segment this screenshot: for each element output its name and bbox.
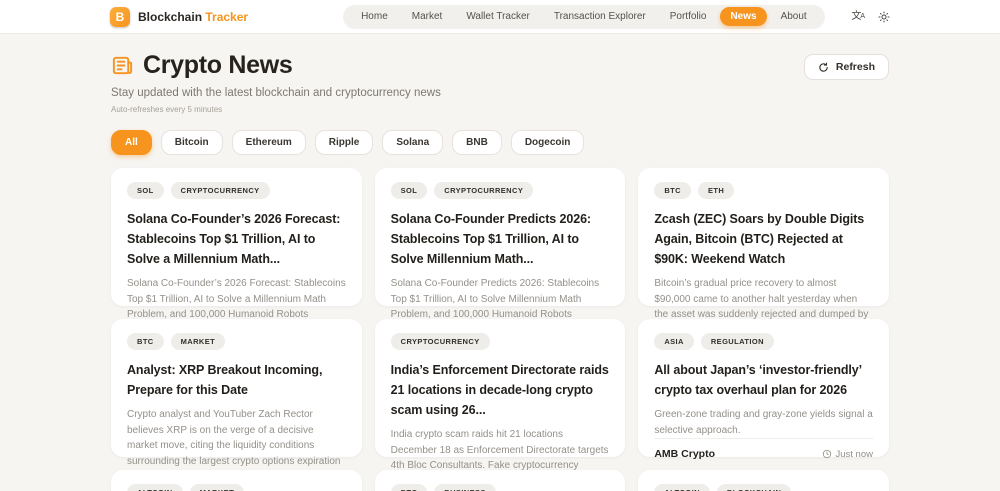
card-tag: MARKET: [189, 484, 245, 491]
nav-item-about[interactable]: About: [771, 7, 817, 26]
card-tag: SOL: [390, 182, 428, 199]
sun-icon[interactable]: [878, 11, 890, 23]
news-card[interactable]: SOL CRYPTOCURRENCY Solana Co-Founder Pred…: [374, 168, 626, 360]
main-content: Crypto News Stay updated with the latest…: [111, 51, 889, 491]
card-tags: SOL CRYPTOCURRENCY: [127, 182, 346, 199]
news-card[interactable]: ALTCOIN MARKET: [111, 470, 362, 491]
main-nav: Home Market Wallet Tracker Transaction E…: [343, 4, 825, 29]
card-tag: ALTCOIN: [654, 484, 710, 491]
news-card[interactable]: CRYPTOCURRENCY India’s Enforcement Direc…: [374, 319, 626, 490]
card-tags: BTC ETH: [654, 182, 873, 199]
card-footer: AMB Crypto Just now: [654, 438, 873, 460]
card-source: AMB Crypto: [654, 448, 715, 460]
news-card[interactable]: ALTCOIN BLOCKCHAIN: [638, 470, 889, 491]
card-tag: MARKET: [170, 333, 226, 350]
brand-name-primary: Blockchain: [138, 9, 203, 24]
card-tag: BUSINESS: [434, 484, 496, 491]
nav-item-portfolio[interactable]: Portfolio: [660, 7, 717, 26]
card-tag: SOL: [127, 182, 164, 199]
news-grid: SOL CRYPTOCURRENCY Solana Co-Founder’s 20…: [111, 168, 889, 491]
card-tag: ALTCOIN: [127, 484, 183, 491]
card-tags: ASIA REGULATION: [654, 333, 873, 350]
filter-chip-dogecoin[interactable]: Dogecoin: [510, 130, 585, 155]
card-tag: CRYPTOCURRENCY: [170, 182, 270, 199]
news-card[interactable]: BTC BUSINESS: [374, 470, 626, 491]
card-title: Solana Co-Founder Predicts 2026: Stablec…: [390, 212, 591, 266]
filter-chip-solana[interactable]: Solana: [382, 130, 444, 155]
card-timestamp: Just now: [822, 448, 874, 460]
card-tag: BLOCKCHAIN: [716, 484, 792, 491]
card-tag: CRYPTOCURRENCY: [434, 182, 534, 199]
page-header: Crypto News Stay updated with the latest…: [111, 51, 889, 114]
card-tag: BTC: [654, 182, 691, 199]
nav-item-news[interactable]: News: [720, 7, 767, 26]
card-title: Analyst: XRP Breakout Incoming, Prepare …: [127, 363, 323, 397]
clock-icon: [822, 449, 832, 459]
page-title: Crypto News: [143, 51, 293, 79]
refresh-icon: [818, 62, 829, 73]
filter-chip-ethereum[interactable]: Ethereum: [231, 130, 306, 155]
card-description: Green-zone trading and gray-zone yields …: [654, 409, 873, 436]
news-card[interactable]: BTC MARKET Analyst: XRP Breakout Incoming…: [111, 319, 362, 486]
card-title: Zcash (ZEC) Soars by Double Digits Again…: [654, 212, 865, 266]
newspaper-icon: [111, 54, 134, 77]
top-bar: B Blockchain Tracker Home Market Wallet …: [0, 0, 1000, 34]
filter-chip-all[interactable]: All: [111, 130, 152, 155]
card-tag: REGULATION: [700, 333, 774, 350]
nav-item-transaction-explorer[interactable]: Transaction Explorer: [544, 7, 656, 26]
brand[interactable]: B Blockchain Tracker: [110, 6, 248, 27]
brand-name-accent: Tracker: [205, 9, 249, 24]
brand-logo-icon: B: [110, 6, 130, 27]
card-tag: BTC: [127, 333, 164, 350]
card-description: Solana Co-Founder’s 2026 Forecast: Stabl…: [127, 278, 346, 320]
nav-item-market[interactable]: Market: [402, 7, 453, 26]
card-time-label: Just now: [835, 448, 874, 460]
card-tags: BTC BUSINESS: [390, 484, 610, 491]
page-subtitle: Stay updated with the latest blockchain …: [111, 87, 441, 99]
news-card[interactable]: BTC ETH Zcash (ZEC) Soars by Double Digit…: [638, 168, 889, 376]
news-card[interactable]: ASIA REGULATION All about Japan’s ‘invest…: [638, 319, 889, 460]
nav-item-home[interactable]: Home: [351, 7, 398, 26]
card-tag: CRYPTOCURRENCY: [390, 333, 490, 350]
auto-refresh-note: Auto-refreshes every 5 minutes: [111, 105, 223, 114]
card-tags: ALTCOIN BLOCKCHAIN: [654, 484, 873, 491]
card-tags: ALTCOIN MARKET: [127, 484, 346, 491]
filter-chip-ripple[interactable]: Ripple: [314, 130, 374, 155]
brand-name: Blockchain Tracker: [138, 10, 248, 24]
card-tags: CRYPTOCURRENCY: [390, 333, 610, 350]
card-title: India’s Enforcement Directorate raids 21…: [390, 363, 609, 417]
nav-item-wallet-tracker[interactable]: Wallet Tracker: [456, 7, 540, 26]
refresh-button[interactable]: Refresh: [803, 54, 889, 80]
filter-chip-bitcoin[interactable]: Bitcoin: [160, 130, 223, 155]
filter-chip-bnb[interactable]: BNB: [452, 130, 502, 155]
card-title: Solana Co-Founder’s 2026 Forecast: Stabl…: [127, 212, 341, 266]
filter-chips: All Bitcoin Ethereum Ripple Solana BNB D…: [111, 130, 889, 155]
topbar-actions: 文A: [851, 11, 890, 23]
card-title: All about Japan’s ‘investor-friendly’ cr…: [654, 363, 862, 397]
card-tags: BTC MARKET: [127, 333, 346, 350]
card-tag: ETH: [697, 182, 735, 199]
card-tags: SOL CRYPTOCURRENCY: [390, 182, 610, 199]
news-card[interactable]: SOL CRYPTOCURRENCY Solana Co-Founder’s 20…: [111, 168, 362, 345]
card-tag: BTC: [390, 484, 428, 491]
language-icon[interactable]: 文A: [851, 11, 865, 22]
refresh-label: Refresh: [835, 61, 875, 73]
card-tag: ASIA: [654, 333, 694, 350]
